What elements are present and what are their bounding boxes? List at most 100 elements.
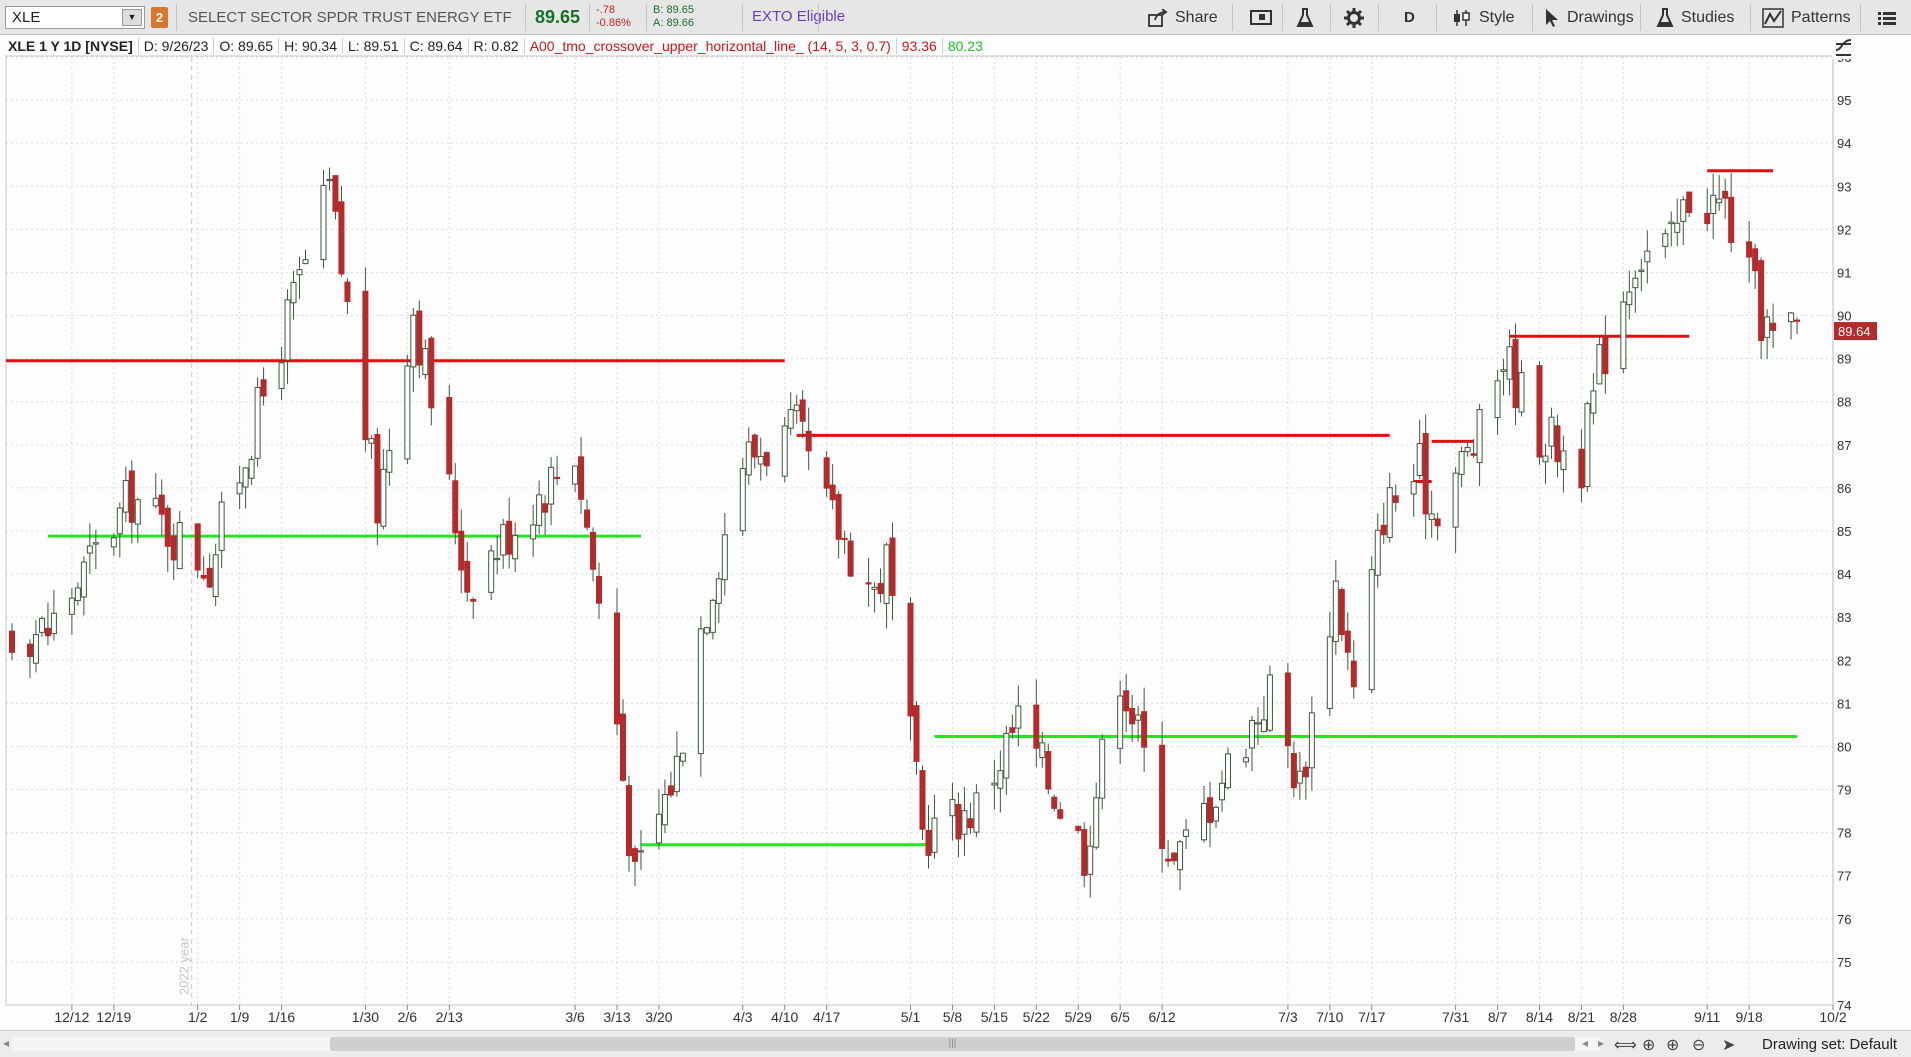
zoom-in-icon[interactable]: ⊕ <box>1666 1035 1679 1055</box>
candle-up <box>1183 829 1190 837</box>
drawing-set-label[interactable]: Drawing set: Default <box>1762 1036 1897 1053</box>
candle-up <box>1248 719 1255 749</box>
candle-down <box>1512 339 1519 409</box>
time-tick-label: 5/29 <box>1065 1009 1092 1025</box>
candle-up <box>1260 719 1267 733</box>
candle-down <box>1350 660 1357 688</box>
drawing-set-value: Default <box>1849 1036 1898 1053</box>
candle-up <box>134 499 141 525</box>
time-tick-label: 12/19 <box>96 1009 131 1025</box>
candle-down <box>332 175 339 212</box>
candle-up <box>1584 403 1591 488</box>
pointer-icon[interactable]: ➤ <box>1722 1035 1735 1055</box>
price-tick-label: 92 <box>1837 222 1851 237</box>
candle-up <box>1668 221 1675 225</box>
candle-up <box>1386 487 1393 538</box>
candle-up <box>422 348 429 376</box>
candle-down <box>877 583 884 595</box>
candle-up <box>1201 802 1208 841</box>
price-chart[interactable]: 2022 year 747576777879808182838485868788… <box>0 0 1911 1030</box>
candle-up <box>991 782 998 786</box>
candle-down <box>865 582 872 585</box>
candle-up <box>92 542 99 545</box>
price-tick-label: 88 <box>1837 395 1851 410</box>
candle-down <box>1159 744 1166 850</box>
candle-down <box>1470 453 1477 456</box>
candle-up <box>1135 714 1142 721</box>
crosshair-icon[interactable]: ⊕ <box>1642 1035 1655 1055</box>
candle-up <box>703 627 710 634</box>
candle-up <box>1458 451 1465 475</box>
candle-down <box>470 598 477 602</box>
candle-down <box>446 396 453 475</box>
price-tick-label: 85 <box>1837 524 1851 539</box>
candle-down <box>44 627 51 637</box>
candle-down <box>206 567 213 588</box>
price-tick-label: 87 <box>1837 438 1851 453</box>
candle-up <box>1219 782 1226 801</box>
candle-up <box>1500 369 1507 372</box>
time-tick-label: 7/17 <box>1358 1009 1385 1025</box>
candle-up <box>1638 269 1645 272</box>
candle-up <box>709 599 716 633</box>
candle-up <box>781 425 788 477</box>
candle-down <box>1722 190 1729 199</box>
candle-up <box>697 628 704 755</box>
candle-up <box>1710 194 1717 214</box>
candle-down <box>1207 797 1214 824</box>
candle-up <box>1177 841 1184 871</box>
candle-up <box>793 404 800 412</box>
candle-down <box>578 456 585 500</box>
candle-up <box>1518 372 1525 413</box>
candle-up <box>1476 409 1483 464</box>
candle-down <box>1045 751 1052 790</box>
candle-down <box>1338 589 1345 636</box>
candle-down <box>907 602 914 717</box>
candle-up <box>110 537 117 548</box>
last-price-badge: 89.64 <box>1834 322 1877 341</box>
price-tick-label: 81 <box>1837 696 1851 711</box>
candle-up <box>661 793 668 826</box>
expand-horizontal-icon[interactable]: ⟺ <box>1614 1035 1637 1055</box>
candle-up <box>1494 380 1501 419</box>
scroll-right-icon[interactable]: ▸ <box>1598 1036 1604 1050</box>
zoom-out-icon[interactable]: ⊖ <box>1692 1035 1705 1055</box>
candle-up <box>1632 277 1639 289</box>
candle-down <box>1578 448 1585 489</box>
candle-up <box>80 561 87 598</box>
candle-down <box>841 537 848 541</box>
candle-up <box>1332 580 1339 642</box>
candle-down <box>1129 708 1136 725</box>
candle-up <box>673 755 680 793</box>
candle-up <box>1548 416 1555 447</box>
candle-down <box>631 848 638 862</box>
candle-down <box>613 612 620 725</box>
time-scrollbar[interactable]: ◂ ||| ◂ ▸ ⟺ ⊕ ⊕ ⊖ ➤ Drawing set: Default <box>0 1030 1911 1057</box>
candle-up <box>512 534 519 560</box>
candle-down <box>362 290 369 441</box>
candle-down <box>1075 825 1082 831</box>
candle-up <box>50 612 57 635</box>
price-tick-label: 78 <box>1837 826 1851 841</box>
time-tick-label: 5/22 <box>1023 1009 1050 1025</box>
scroll-thumb[interactable]: ||| <box>330 1037 1575 1051</box>
candle-down <box>170 535 177 561</box>
price-tick-label: 89 <box>1837 352 1851 367</box>
candle-down <box>1051 796 1058 809</box>
price-tick-label: 80 <box>1837 739 1851 754</box>
candle-up <box>68 597 75 615</box>
candle-down <box>338 201 345 275</box>
scroll-left-icon[interactable]: ◂ <box>3 1036 9 1050</box>
candle-down <box>584 509 591 528</box>
candle-up <box>1560 450 1567 470</box>
candle-down <box>763 452 770 467</box>
candle-up <box>32 634 39 664</box>
candle-up <box>500 524 507 556</box>
candle-down <box>919 770 926 830</box>
candle-down <box>200 574 207 579</box>
candle-up <box>278 362 285 389</box>
candle-down <box>925 829 932 856</box>
candle-up <box>1296 770 1303 784</box>
candle-up <box>1368 569 1375 691</box>
scroll-left-end-icon[interactable]: ◂ <box>1582 1036 1588 1050</box>
